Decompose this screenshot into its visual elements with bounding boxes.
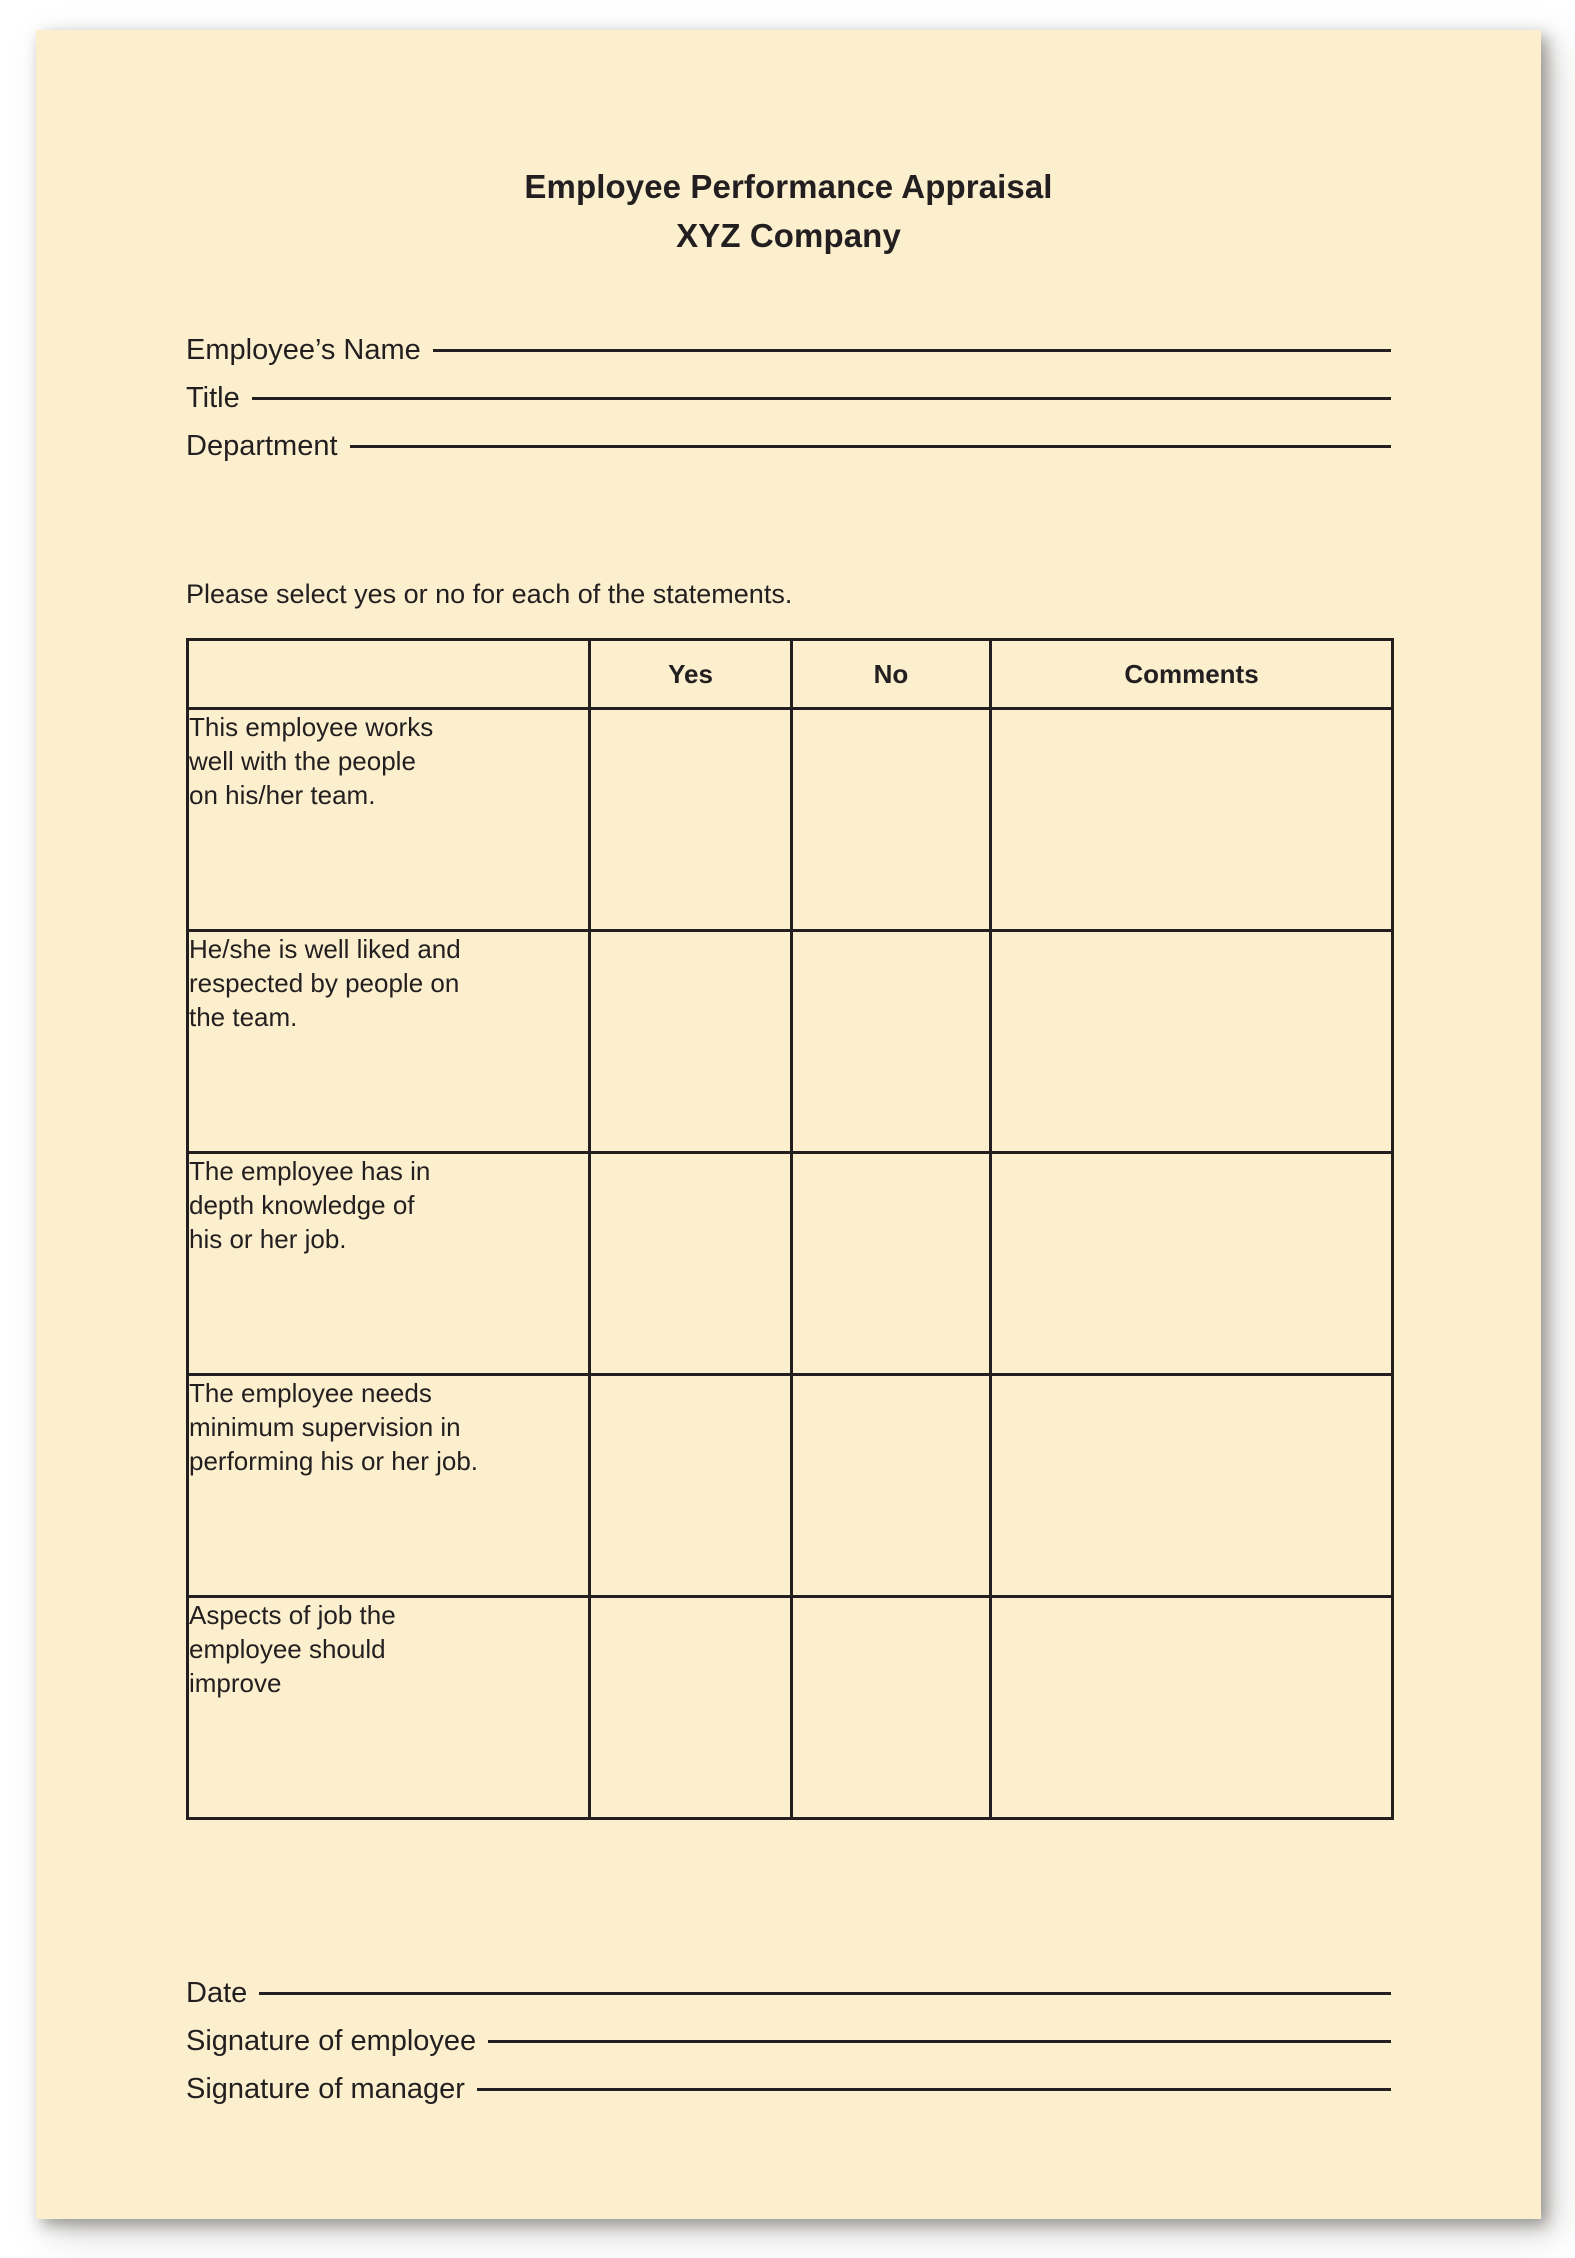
comments-cell[interactable] xyxy=(989,707,1394,932)
column-header-statement xyxy=(186,638,591,710)
date-field[interactable]: Date xyxy=(186,1977,1391,2017)
department-label: Department xyxy=(186,430,338,462)
appraisal-form-page: Employee Performance Appraisal XYZ Compa… xyxy=(36,30,1541,2219)
table-header-row: Yes No Comments xyxy=(186,638,1394,710)
page-title: Employee Performance Appraisal XYZ Compa… xyxy=(186,162,1391,260)
statement-text: The employee has in depth knowledge of h… xyxy=(186,1151,591,1376)
title-label: Title xyxy=(186,382,240,414)
table-row: The employee needs minimum supervision i… xyxy=(186,1373,1394,1598)
title-line-2: XYZ Company xyxy=(676,217,901,254)
manager-signature-field[interactable]: Signature of manager xyxy=(186,2073,1391,2113)
manager-signature-writeline[interactable] xyxy=(476,2088,1391,2091)
table-row: This employee works well with the people… xyxy=(186,707,1394,932)
statement-text: Aspects of job the employee should impro… xyxy=(186,1595,591,1820)
table-row: Aspects of job the employee should impro… xyxy=(186,1595,1394,1820)
employee-signature-field[interactable]: Signature of employee xyxy=(186,2025,1391,2065)
instruction-text: Please select yes or no for each of the … xyxy=(186,579,793,609)
title-field[interactable]: Title xyxy=(186,382,1391,422)
statement-text: This employee works well with the people… xyxy=(186,707,591,932)
date-writeline[interactable] xyxy=(259,1992,1391,1995)
comments-cell[interactable] xyxy=(989,1151,1394,1376)
no-checkbox-cell[interactable] xyxy=(790,707,992,932)
comments-cell[interactable] xyxy=(989,929,1394,1154)
yes-checkbox-cell[interactable] xyxy=(588,1373,793,1598)
column-header-yes: Yes xyxy=(588,638,793,710)
employee-name-writeline[interactable] xyxy=(432,349,1391,352)
no-checkbox-cell[interactable] xyxy=(790,1151,992,1376)
department-writeline[interactable] xyxy=(349,445,1391,448)
table-body: This employee works well with the people… xyxy=(186,707,1394,1820)
table-row: The employee has in depth knowledge of h… xyxy=(186,1151,1394,1376)
yes-checkbox-cell[interactable] xyxy=(588,1151,793,1376)
manager-signature-label: Signature of manager xyxy=(186,2073,465,2105)
appraisal-table: Yes No Comments This employee works well… xyxy=(186,638,1394,1820)
no-checkbox-cell[interactable] xyxy=(790,929,992,1154)
employee-signature-writeline[interactable] xyxy=(488,2040,1391,2043)
employee-signature-label: Signature of employee xyxy=(186,2025,477,2057)
column-header-comments: Comments xyxy=(989,638,1394,710)
statement-text: He/she is well liked and respected by pe… xyxy=(186,929,591,1154)
table-header: Yes No Comments xyxy=(186,638,1394,710)
department-field[interactable]: Department xyxy=(186,430,1391,470)
form-content: Employee Performance Appraisal XYZ Compa… xyxy=(186,30,1394,2219)
yes-checkbox-cell[interactable] xyxy=(588,707,793,932)
employee-name-label: Employee’s Name xyxy=(186,334,421,366)
column-header-no: No xyxy=(790,638,992,710)
screenshot-canvas: Employee Performance Appraisal XYZ Compa… xyxy=(0,0,1575,2258)
table-row: He/she is well liked and respected by pe… xyxy=(186,929,1394,1154)
statement-text: The employee needs minimum supervision i… xyxy=(186,1373,591,1598)
comments-cell[interactable] xyxy=(989,1595,1394,1820)
title-line-1: Employee Performance Appraisal xyxy=(524,168,1053,205)
employee-name-field[interactable]: Employee’s Name xyxy=(186,334,1391,374)
yes-checkbox-cell[interactable] xyxy=(588,929,793,1154)
yes-checkbox-cell[interactable] xyxy=(588,1595,793,1820)
date-label: Date xyxy=(186,1977,248,2009)
title-writeline[interactable] xyxy=(251,397,1391,400)
no-checkbox-cell[interactable] xyxy=(790,1595,992,1820)
comments-cell[interactable] xyxy=(989,1373,1394,1598)
no-checkbox-cell[interactable] xyxy=(790,1373,992,1598)
